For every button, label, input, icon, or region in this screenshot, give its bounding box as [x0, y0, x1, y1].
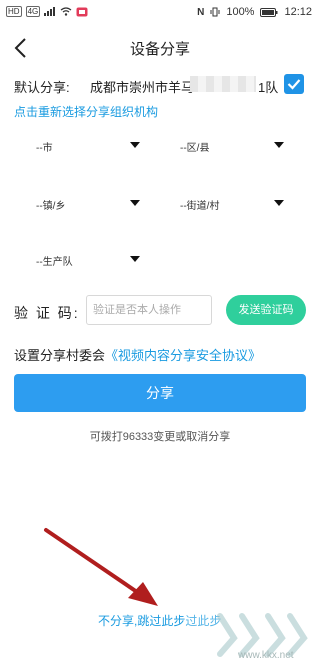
share-button[interactable]: 分享	[14, 374, 306, 412]
default-share-value-tail: 1队	[258, 80, 279, 95]
masked-text-block	[190, 76, 256, 92]
dropdown-arrow-icon	[130, 256, 140, 262]
reselect-org-link[interactable]: 点击重新选择分享组织机构	[14, 103, 158, 120]
clock: 12:12	[284, 6, 312, 18]
network-tag: 4G	[25, 6, 41, 17]
page-title: 设备分享	[129, 41, 190, 58]
district-select-value: --区/县	[180, 143, 210, 154]
team-select-value: --生产队	[36, 257, 73, 268]
notification-icon	[76, 7, 88, 16]
watermark-text: www.kkx.net	[238, 650, 294, 661]
dropdown-arrow-icon	[274, 200, 284, 206]
dropdown-arrow-icon	[130, 142, 140, 148]
hd-tag: HD	[6, 6, 22, 17]
city-select[interactable]: --市	[36, 136, 140, 154]
battery-icon	[260, 7, 278, 17]
status-right: N 100% 12:12	[197, 6, 312, 18]
battery-text: 100%	[226, 6, 255, 18]
default-share-label: 默认分享:	[14, 80, 70, 95]
dropdown-arrow-icon	[130, 200, 140, 206]
verify-code-label: 验 证 码:	[14, 305, 80, 321]
wifi-icon	[60, 7, 72, 16]
vibrate-icon	[210, 7, 220, 17]
skip-link[interactable]: 不分享,跳过此步过此步	[98, 612, 221, 629]
verify-code-input[interactable]	[86, 295, 212, 325]
nfc-icon: N	[197, 6, 205, 18]
town-select-value: --镇/乡	[36, 201, 66, 212]
status-bar: HD 4G N 100% 12:12	[0, 0, 320, 26]
default-share-checkbox[interactable]	[284, 74, 304, 94]
street-select-value: --街道/村	[180, 201, 220, 212]
committee-row: 设置分享村委会《视频内容分享安全协议》	[14, 345, 261, 364]
dropdown-arrow-icon	[274, 142, 284, 148]
status-left: HD 4G	[6, 6, 88, 17]
street-select[interactable]: --街道/村	[180, 194, 284, 212]
default-share-value: 成都市崇州市羊马	[90, 80, 195, 95]
skip-link-text: 不分享,跳过此步	[98, 614, 186, 628]
default-share-row: 默认分享: 成都市崇州市羊马 1队	[14, 74, 306, 98]
support-tip: 可拨打96333变更或取消分享	[89, 431, 231, 443]
district-select[interactable]: --区/县	[180, 136, 284, 154]
send-code-button[interactable]: 发送验证码	[226, 295, 306, 325]
signal-icon	[44, 7, 56, 16]
app-bar: 设备分享	[0, 26, 320, 70]
annotation-arrow	[44, 528, 158, 606]
team-select[interactable]: --生产队	[36, 250, 140, 268]
agreement-link[interactable]: 《视频内容分享安全协议》	[105, 348, 261, 363]
checkmark-icon	[287, 79, 301, 90]
town-select[interactable]: --镇/乡	[36, 194, 140, 212]
committee-label: 设置分享村委会	[14, 348, 106, 363]
city-select-value: --市	[36, 143, 53, 154]
